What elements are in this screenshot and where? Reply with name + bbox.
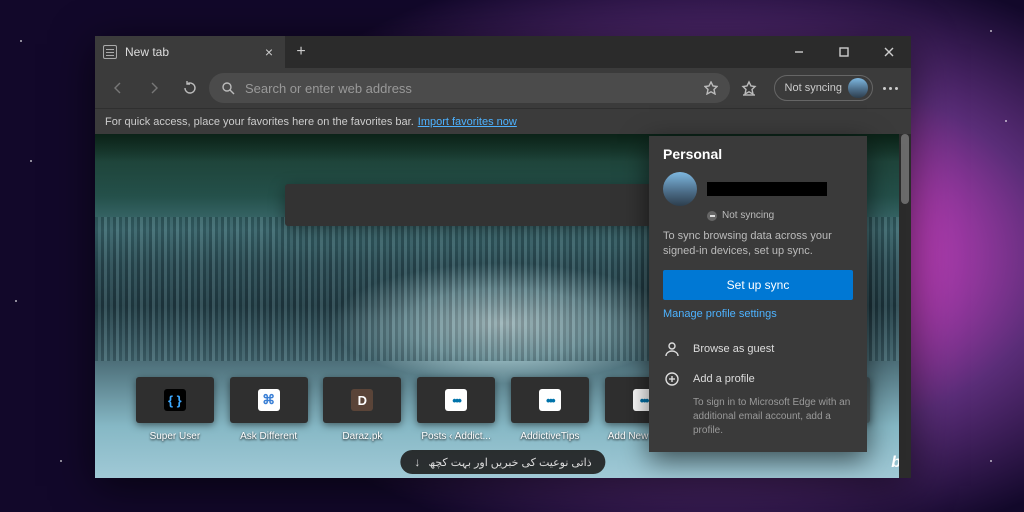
chevron-down-icon: ↓ xyxy=(414,455,420,469)
titlebar: New tab × + xyxy=(95,36,911,68)
ask-different-icon: ⌘ xyxy=(258,389,280,411)
favorite-star-icon[interactable] xyxy=(704,81,718,95)
import-favorites-link[interactable]: Import favorites now xyxy=(418,116,517,128)
sync-description: To sync browsing data across your signed… xyxy=(663,229,853,260)
forward-button[interactable] xyxy=(137,73,171,103)
favorites-bar: For quick access, place your favorites h… xyxy=(95,108,911,134)
tile-addictivetips[interactable]: ••• AddictiveTips xyxy=(510,377,590,442)
wordpress-icon: ••• xyxy=(539,389,561,411)
vertical-scrollbar[interactable] xyxy=(899,134,911,478)
browser-tab[interactable]: New tab × xyxy=(95,36,285,68)
tile-super-user[interactable]: { } Super User xyxy=(135,377,215,442)
tile-ask-different[interactable]: ⌘ Ask Different xyxy=(229,377,309,442)
address-placeholder: Search or enter web address xyxy=(245,81,694,96)
browser-window: New tab × + Search or enter web address … xyxy=(95,36,911,478)
new-tab-button[interactable]: + xyxy=(285,36,317,68)
toolbar: Search or enter web address Not syncing xyxy=(95,68,911,108)
close-window-button[interactable] xyxy=(866,36,911,68)
sync-status-label: Not syncing xyxy=(785,82,842,94)
news-feed-pill[interactable]: ↓ ذاتی نوعیت کی خبریں اور بہت کچھ xyxy=(400,450,605,474)
favorites-button[interactable] xyxy=(732,73,766,103)
flyout-title: Personal xyxy=(663,146,853,162)
plus-circle-icon xyxy=(663,370,681,388)
refresh-button[interactable] xyxy=(173,73,207,103)
favorites-hint: For quick access, place your favorites h… xyxy=(105,116,414,128)
avatar xyxy=(663,172,697,206)
browse-guest-row[interactable]: Browse as guest xyxy=(663,334,853,364)
profile-flyout: Personal Not syncing To sync browsing da… xyxy=(649,136,867,452)
close-tab-button[interactable]: × xyxy=(261,44,277,60)
avatar xyxy=(848,78,868,98)
feed-label: ذاتی نوعیت کی خبریں اور بہت کچھ xyxy=(428,456,591,469)
profile-row[interactable] xyxy=(663,172,853,206)
wordpress-icon: ••• xyxy=(445,389,467,411)
super-user-icon: { } xyxy=(164,389,186,411)
sync-status-icon xyxy=(707,211,717,221)
tab-title: New tab xyxy=(125,45,169,59)
newtab-icon xyxy=(103,45,117,59)
settings-menu-button[interactable] xyxy=(875,87,905,90)
person-icon xyxy=(663,340,681,358)
profile-name-redacted xyxy=(707,182,827,196)
search-icon xyxy=(221,81,235,95)
back-button[interactable] xyxy=(101,73,135,103)
maximize-button[interactable] xyxy=(821,36,866,68)
tile-daraz[interactable]: D Daraz.pk xyxy=(323,377,403,442)
setup-sync-button[interactable]: Set up sync xyxy=(663,270,853,300)
scrollbar-thumb[interactable] xyxy=(901,134,909,204)
daraz-icon: D xyxy=(351,389,373,411)
add-profile-row[interactable]: Add a profile xyxy=(663,364,853,394)
sync-status: Not syncing xyxy=(707,210,853,221)
profile-pill[interactable]: Not syncing xyxy=(774,75,873,101)
tile-posts-addict[interactable]: ••• Posts ‹ Addict... xyxy=(416,377,496,442)
add-profile-desc: To sign in to Microsoft Edge with an add… xyxy=(693,396,853,438)
address-bar[interactable]: Search or enter web address xyxy=(209,73,730,103)
minimize-button[interactable] xyxy=(776,36,821,68)
manage-profile-link[interactable]: Manage profile settings xyxy=(663,308,853,320)
